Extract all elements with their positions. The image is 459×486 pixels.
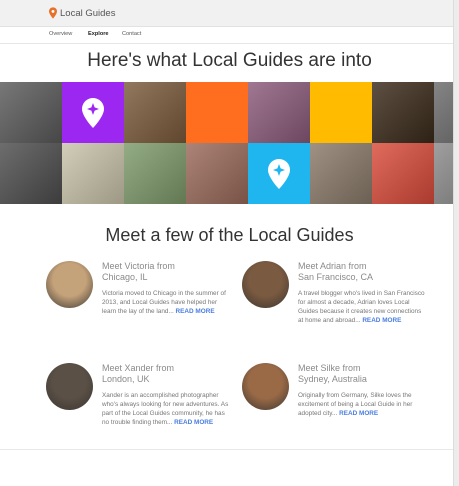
guide-name: Meet Victoria from Chicago, IL	[102, 261, 232, 283]
nav-item-contact[interactable]: Contact	[122, 31, 141, 37]
map-pin-icon	[268, 158, 290, 189]
brand-name: Local Guides	[60, 7, 116, 19]
guide-bio: Xander is an accomplished photographer w…	[102, 391, 232, 427]
guide-name-line1: Meet Adrian from	[298, 261, 367, 271]
person-lights-photo	[372, 82, 434, 143]
orange-tile	[186, 82, 248, 143]
guide-name-line1: Meet Victoria from	[102, 261, 175, 271]
coffee-machine-photo	[0, 82, 62, 143]
friends-selfie-photo	[124, 82, 186, 143]
interests-title: Here's what Local Guides are into	[87, 50, 372, 71]
coffee-cup-photo	[186, 143, 248, 204]
guide-name-line2: Chicago, IL	[102, 272, 148, 282]
street-crowd-photo	[310, 143, 372, 204]
nav-item-explore[interactable]: Explore	[88, 31, 109, 37]
guide-name: Meet Xander from London, UK	[102, 363, 232, 385]
guide-name-line1: Meet Xander from	[102, 363, 175, 373]
tickets-photo	[372, 143, 434, 204]
nav-item-overview[interactable]: Overview	[49, 31, 72, 37]
map-pin-icon	[82, 97, 104, 128]
avatar	[46, 261, 93, 308]
guide-name-line2: San Francisco, CA	[298, 272, 374, 282]
guide-name-line2: London, UK	[102, 374, 150, 384]
woman-cafe-photo	[0, 143, 62, 204]
local-guides-pin-icon	[248, 143, 310, 204]
guides-title: Meet a few of the Local Guides	[105, 225, 354, 245]
local-guides-pin-icon	[62, 82, 124, 143]
read-more-link[interactable]: READ MORE	[174, 419, 213, 426]
interests-photo-grid	[0, 82, 459, 204]
avatar	[46, 363, 93, 410]
local-guides-logo[interactable]: Local Guides	[49, 7, 115, 19]
guide-name: Meet Silke from Sydney, Australia	[298, 363, 428, 385]
guide-bio: A travel blogger who's lived in San Fran…	[298, 289, 428, 325]
sub-navigation: Overview Explore Contact	[0, 27, 459, 44]
river-trees-photo	[124, 143, 186, 204]
avatar	[242, 363, 289, 410]
guide-name-line2: Sydney, Australia	[298, 374, 367, 384]
read-more-link[interactable]: READ MORE	[176, 308, 215, 315]
guide-bio: Victoria moved to Chicago in the summer …	[102, 289, 232, 316]
yellow-tile	[310, 82, 372, 143]
top-bar: Local Guides	[0, 0, 459, 27]
read-more-link[interactable]: READ MORE	[339, 410, 378, 417]
guide-name-line1: Meet Silke from	[298, 363, 361, 373]
read-more-link[interactable]: READ MORE	[362, 317, 401, 324]
avatar	[242, 261, 289, 308]
section-divider	[0, 449, 459, 450]
table-graffiti-photo	[248, 82, 310, 143]
map-pin-icon	[49, 7, 57, 19]
guide-bio: Originally from Germany, Silke loves the…	[298, 391, 428, 418]
window-edge	[453, 0, 459, 486]
guide-name: Meet Adrian from San Francisco, CA	[298, 261, 428, 283]
food-plate-photo	[62, 143, 124, 204]
